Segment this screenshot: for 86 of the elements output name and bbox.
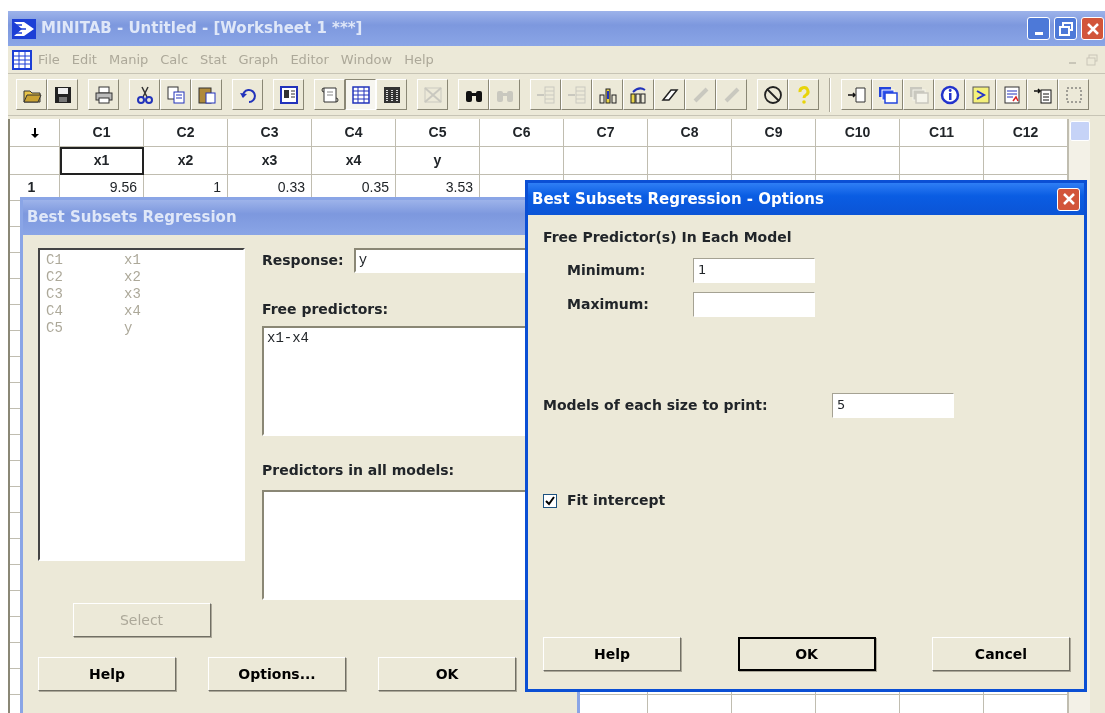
field-label: Maximum: xyxy=(567,295,650,314)
column-name-cell[interactable] xyxy=(816,147,900,175)
scroll-icon xyxy=(319,84,340,105)
column-header[interactable]: C8 xyxy=(648,119,732,147)
column-header[interactable]: C5 xyxy=(396,119,480,147)
dialog-button[interactable]: Help xyxy=(38,657,176,691)
copy-icon xyxy=(165,84,186,105)
column-name-cell[interactable] xyxy=(480,147,564,175)
grid-arrow-icon xyxy=(535,84,556,105)
minimize-button[interactable] xyxy=(1027,17,1050,40)
dialog-button[interactable]: Options... xyxy=(208,657,346,691)
field-label: Response: xyxy=(262,251,344,270)
notepad-icon xyxy=(1001,84,1022,105)
grid-icon xyxy=(350,84,371,105)
column-name-cell[interactable] xyxy=(732,147,816,175)
column-id: C2 xyxy=(46,269,64,286)
app-logo-icon xyxy=(12,18,36,39)
column-name-cell[interactable] xyxy=(900,147,984,175)
field-label: Predictors in all models: xyxy=(262,461,456,480)
dialog-button[interactable]: Cancel xyxy=(932,637,1070,671)
column-header[interactable]: C2 xyxy=(144,119,228,147)
column-header[interactable]: C4 xyxy=(312,119,396,147)
number-field[interactable]: 1 xyxy=(693,258,815,283)
variable-name: x2 xyxy=(124,269,141,286)
restore-icon xyxy=(1057,20,1074,37)
column-header[interactable]: C6 xyxy=(480,119,564,147)
restore-button[interactable] xyxy=(1054,17,1077,40)
prompt-icon xyxy=(970,84,991,105)
close-button[interactable] xyxy=(1081,17,1104,40)
column-header[interactable]: C1 xyxy=(60,119,144,147)
column-header[interactable]: C7 xyxy=(564,119,648,147)
close-icon xyxy=(1060,191,1077,207)
variable-name: y xyxy=(124,320,133,337)
column-header[interactable]: C11 xyxy=(900,119,984,147)
variable-name: x1 xyxy=(124,252,141,269)
crossed-grid-icon xyxy=(422,84,443,105)
dialog-title: Best Subsets Regression xyxy=(27,207,237,229)
scissors-icon xyxy=(134,84,155,105)
group-label: Free Predictor(s) In Each Model xyxy=(543,228,793,247)
check-icon xyxy=(545,495,555,506)
column-id: C5 xyxy=(46,320,64,337)
variable-name: x3 xyxy=(124,286,141,303)
grid-arrow-icon xyxy=(566,84,587,105)
window-icon xyxy=(278,84,299,105)
column-id: C3 xyxy=(46,286,64,303)
worksheet-icon xyxy=(12,49,32,70)
column-name-cell[interactable] xyxy=(564,147,648,175)
column-id: C4 xyxy=(46,303,64,320)
cancel-icon xyxy=(762,84,783,105)
paste-icon xyxy=(196,84,217,105)
dialog-button[interactable]: OK xyxy=(737,637,876,671)
windows-icon xyxy=(877,84,898,105)
dialog-title: Best Subsets Regression - Options xyxy=(532,188,825,210)
info-icon xyxy=(939,84,960,105)
number-field[interactable] xyxy=(693,292,815,317)
dialog-button[interactable]: OK xyxy=(378,657,516,691)
column-name-cell[interactable]: x4 xyxy=(312,147,396,175)
variable-name: x4 xyxy=(124,303,141,320)
column-header[interactable]: C10 xyxy=(816,119,900,147)
close-button[interactable] xyxy=(1057,187,1080,211)
minimize-icon xyxy=(1034,32,1043,35)
bar-arrow-icon xyxy=(628,84,649,105)
toolbar-button[interactable] xyxy=(345,79,376,110)
printer-icon xyxy=(93,84,114,105)
table-icon xyxy=(381,84,402,105)
minimize-icon xyxy=(1069,61,1076,64)
windows-icon xyxy=(908,84,929,105)
dialog-button[interactable]: Help xyxy=(543,637,681,671)
down-arrow-icon xyxy=(29,126,40,139)
floppy-icon xyxy=(52,84,73,105)
frame-icon xyxy=(1063,84,1084,105)
restore-icon xyxy=(1084,51,1100,68)
checkbox[interactable] xyxy=(543,493,557,508)
column-header[interactable]: C3 xyxy=(228,119,312,147)
column-name-cell[interactable]: x3 xyxy=(228,147,312,175)
column-name-cell[interactable] xyxy=(648,147,732,175)
window-title: MINITAB - Untitled - [Worksheet 1 ***] xyxy=(41,18,364,40)
column-id: C1 xyxy=(46,252,64,269)
column-header[interactable]: C9 xyxy=(732,119,816,147)
checkbox-label: Fit intercept xyxy=(567,491,666,510)
number-field[interactable]: 5 xyxy=(832,393,954,418)
scroll-arrow-icon xyxy=(846,84,867,105)
close-icon xyxy=(1084,20,1101,37)
column-name-cell[interactable]: x2 xyxy=(144,147,228,175)
column-name-cell[interactable]: x1 xyxy=(60,147,144,175)
column-name-cell[interactable]: y xyxy=(396,147,480,175)
